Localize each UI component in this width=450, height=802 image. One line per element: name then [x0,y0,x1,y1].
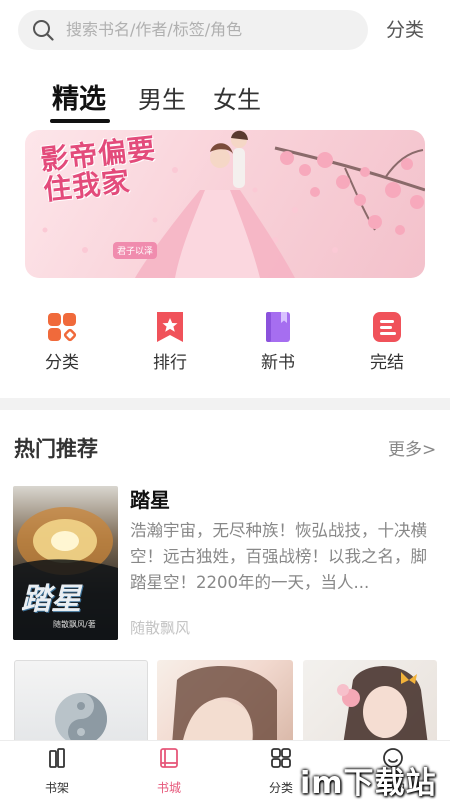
more-link[interactable]: 更多> [388,436,436,464]
menu-label: 分类 [45,353,79,373]
nav-bookshelf[interactable]: 书架 [22,747,92,797]
nav-label: 书城 [156,781,181,795]
new-book-icon [266,312,290,342]
book-description: 浩瀚宇宙，无尽种族！恢弘战技，十决横空！远古独姓，百强战榜！以我之名，脚踏星空！… [130,521,427,592]
book-title[interactable]: 踏星 [130,486,170,514]
menu-new-books[interactable]: 新书 [238,310,318,374]
search-input[interactable]: 搜索书名/作者/标签/角色 [66,10,242,50]
bookshelf-icon [49,748,65,768]
promo-banner[interactable]: 影帝偏要住我家 君子以泽 [25,130,425,278]
menu-category[interactable]: 分类 [22,310,102,374]
menu-label: 新书 [261,353,295,373]
book-author: 随散飘风 [130,619,191,637]
search-bar[interactable]: 搜索书名/作者/标签/角色 [18,10,368,50]
ranking-ribbon-icon [157,312,183,342]
section-title: 热门推荐 [14,437,98,461]
tab-male[interactable]: 男生 [138,82,186,118]
menu-completed[interactable]: 完结 [347,310,427,374]
category-link[interactable]: 分类 [386,10,424,50]
girl-flower-cover-art [337,666,428,745]
cover-title: 踏星 [21,582,81,617]
banner-badge: 君子以泽 [113,242,158,259]
tab-female[interactable]: 女生 [213,82,261,118]
active-tab-indicator [50,119,110,123]
cover-author: 随散飘风/著 [53,620,96,629]
category-grid-icon [48,313,77,342]
completed-book-icon [373,312,401,342]
banner-title: 影帝偏要住我家 [38,131,158,207]
category-icon [271,748,291,768]
search-icon [33,20,54,41]
menu-ranking[interactable]: 排行 [130,310,210,374]
nav-label: 书架 [44,781,69,795]
taiji-cover-art [55,693,107,745]
book-thumbnail[interactable] [14,660,148,747]
book-cover[interactable]: 踏星 随散飘风/著 [13,486,118,640]
nav-bookstore[interactable]: 书城 [134,747,204,797]
bookstore-icon [160,748,178,768]
tab-featured[interactable]: 精选 [52,82,106,118]
section-divider [0,398,450,410]
menu-label: 完结 [370,353,404,373]
book-thumbnail[interactable] [303,660,437,745]
book-thumbnail[interactable] [157,660,293,745]
portrait-cover-art [172,666,277,745]
menu-label: 排行 [153,353,187,373]
watermark: im下载站 [300,766,437,801]
